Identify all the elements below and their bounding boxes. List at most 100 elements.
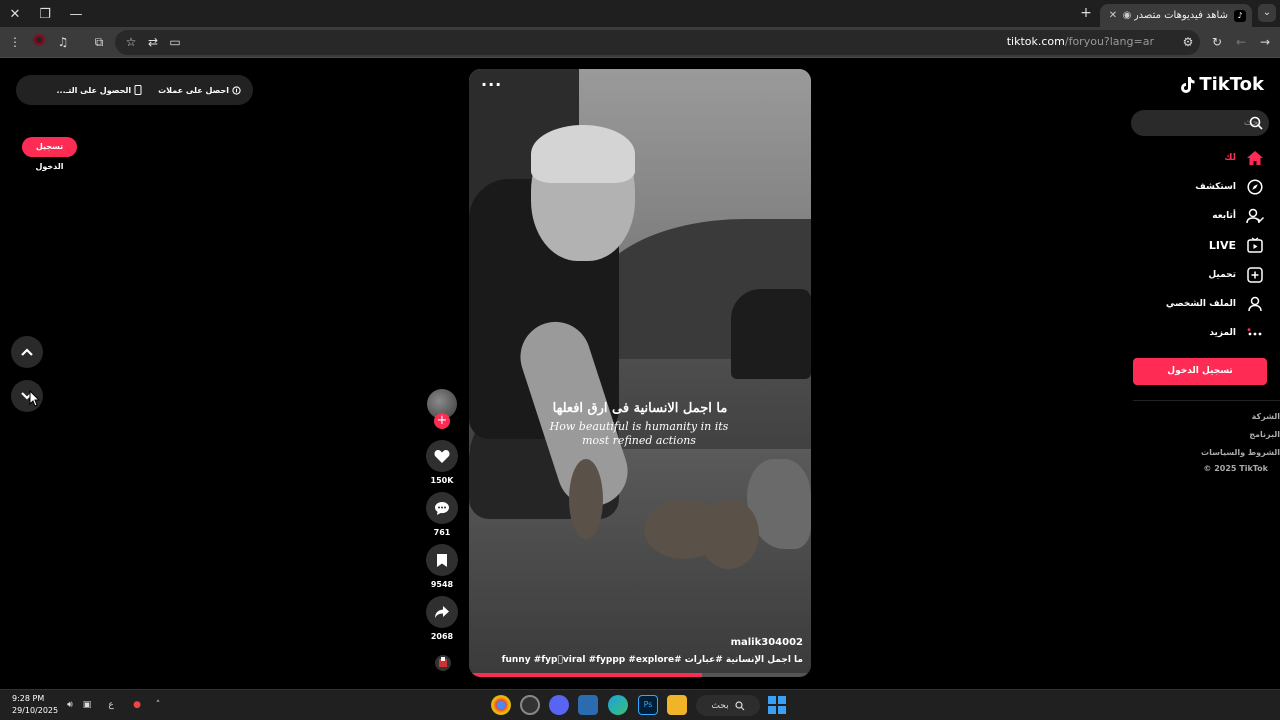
profile-icon[interactable] — [30, 33, 48, 51]
reload-icon[interactable]: ↻ — [1208, 33, 1226, 51]
comment-count: 761 — [433, 528, 451, 537]
video-frame-squirrel — [569, 459, 603, 539]
chrome-taskbar-icon[interactable] — [491, 695, 511, 715]
previous-video-button[interactable] — [11, 336, 43, 368]
tiktok-note-icon — [1181, 76, 1195, 93]
mouse-cursor-icon — [29, 390, 41, 407]
browser-menu-icon[interactable]: ⋮ — [6, 33, 24, 51]
close-window-icon[interactable]: ✕ — [5, 4, 25, 24]
sidebar-item-label: LIVE — [1208, 238, 1236, 252]
edge-taskbar-icon[interactable] — [608, 695, 628, 715]
like-count: 150K — [430, 476, 454, 485]
video-options-icon[interactable]: ··· — [481, 75, 502, 94]
share-count: 2068 — [430, 632, 454, 641]
sidebar-item-label: لك — [1224, 153, 1236, 163]
video-caption-arabic: ما اجمل الانسانية فى ارق افعلها — [552, 401, 728, 416]
sidebar-item-label: الملف الشخصي — [1165, 299, 1236, 309]
tab-title: شاهد فيديوهات متصدرة | ok — [1134, 10, 1228, 21]
footer-link-company[interactable]: الشركة — [1252, 412, 1280, 421]
video-player[interactable]: ··· ما اجمل الانسانية فى ارق افعلها How … — [469, 69, 811, 677]
chevron-up-icon — [21, 348, 33, 356]
audio-icon[interactable]: ◉ — [1120, 10, 1134, 21]
like-button[interactable] — [426, 440, 458, 472]
following-icon — [1246, 207, 1264, 225]
video-caption-english: How beautiful is humanity in its most re… — [549, 420, 729, 447]
app-taskbar-icon[interactable] — [520, 695, 540, 715]
more-icon — [1246, 324, 1264, 342]
comment-icon — [435, 501, 449, 515]
volume-icon[interactable]: 🔊︎ — [63, 698, 77, 712]
photoshop-taskbar-icon[interactable]: Ps — [638, 695, 658, 715]
url-path: /foryou?lang=ar — [1064, 35, 1154, 48]
phone-icon — [134, 85, 142, 95]
url-host: tiktok.com — [1006, 35, 1065, 48]
share-button[interactable] — [426, 596, 458, 628]
follow-plus-icon[interactable]: + — [434, 413, 450, 429]
search-input[interactable] — [1157, 110, 1261, 136]
file-explorer-taskbar-icon[interactable] — [667, 695, 687, 715]
extensions-icon[interactable]: ⧉ — [90, 33, 108, 51]
desktop-taskbar-icon[interactable] — [578, 695, 598, 715]
back-arrow-icon[interactable]: ← — [1232, 33, 1250, 51]
video-frame-car — [731, 289, 811, 379]
profile-icon — [1246, 295, 1264, 313]
discord-taskbar-icon[interactable] — [549, 695, 569, 715]
microphone-icon[interactable]: ● — [130, 698, 144, 712]
video-author-username[interactable]: malik304002 — [731, 637, 803, 648]
video-progress-bar[interactable] — [469, 673, 811, 677]
sound-disc-icon[interactable] — [434, 654, 452, 672]
get-coins-label: احصل على عملات — [158, 85, 229, 95]
tab-close-icon[interactable]: ✕ — [1106, 10, 1120, 21]
sidebar-item-profile[interactable]: الملف الشخصي — [1166, 293, 1264, 315]
taskbar-clock[interactable]: 9:28 PM 29/10/2025 — [12, 693, 58, 717]
sidebar-item-following[interactable]: أتابعه — [1212, 205, 1264, 227]
sidebar-item-label: أتابعه — [1212, 211, 1236, 221]
url-text[interactable]: tiktok.com/foryou?lang=ar — [1007, 35, 1154, 48]
sidebar-item-live[interactable]: LIVE — [1209, 234, 1264, 256]
media-controls-icon[interactable]: ♫ — [54, 33, 72, 51]
footer-link-terms[interactable]: الشروط والسياسات — [1201, 448, 1280, 457]
sidebar-item-explore[interactable]: استكشف — [1195, 176, 1264, 198]
translate-icon[interactable]: ⇄ — [144, 33, 162, 51]
sidebar-item-more[interactable]: المزيد — [1209, 322, 1264, 344]
sidebar-item-label: تحميل — [1208, 270, 1236, 280]
header-login-button[interactable]: تسجيل الدخول — [22, 137, 77, 171]
forward-arrow-icon[interactable]: → — [1256, 33, 1274, 51]
network-icon[interactable]: ▣ — [80, 698, 94, 712]
comment-button[interactable] — [426, 492, 458, 524]
tiktok-logo[interactable]: TikTok — [1179, 74, 1264, 95]
address-bar[interactable]: ☆ ⇄ ▭ tiktok.com/foryou?lang=ar ⚙ — [115, 30, 1200, 55]
get-coins-button[interactable]: احصل على عملات — [150, 86, 249, 95]
tray-expand-icon[interactable]: ˄ — [151, 698, 165, 712]
sidebar-item-for-you[interactable]: لك — [1224, 147, 1264, 169]
get-app-button[interactable]: الحصول على التـ... — [49, 85, 151, 95]
sidebar-divider — [1133, 400, 1280, 401]
site-settings-icon[interactable]: ⚙ — [1179, 33, 1197, 51]
windows-taskbar: 9:28 PM 29/10/2025 🔊︎ ▣ ع ● ˄ Ps بحث — [0, 689, 1280, 720]
sidebar-item-label: استكشف — [1195, 182, 1236, 192]
video-description-hashtags[interactable]: ما اجمل الإنسانية #عبارات #funny #fyp゚vi… — [502, 655, 803, 665]
bookmark-star-icon[interactable]: ☆ — [122, 33, 140, 51]
heart-icon — [434, 449, 450, 463]
header-action-pill: احصل على عملات الحصول على التـ... — [16, 75, 253, 105]
browser-tab[interactable]: ♪ شاهد فيديوهات متصدرة | ok ◉ ✕ — [1100, 4, 1252, 27]
sidebar-login-button[interactable]: تسجيل الدخول — [1133, 358, 1267, 385]
sidebar-item-upload[interactable]: تحميل — [1208, 264, 1264, 286]
footer-link-program[interactable]: البرنامج — [1249, 430, 1280, 439]
home-icon — [1246, 149, 1264, 167]
new-tab-button[interactable]: + — [1077, 4, 1095, 22]
search-box[interactable] — [1131, 110, 1269, 136]
cast-icon[interactable]: ▭ — [166, 33, 184, 51]
tab-search-icon[interactable]: ⌄ — [1258, 4, 1276, 22]
save-button[interactable] — [426, 544, 458, 576]
video-frame-squirrel — [699, 499, 759, 569]
restore-window-icon[interactable]: ❐ — [35, 4, 55, 24]
taskbar-search[interactable]: بحث — [696, 695, 760, 716]
input-language[interactable]: ع — [104, 698, 118, 712]
compass-icon — [1246, 178, 1264, 196]
search-icon[interactable] — [1249, 116, 1263, 130]
taskbar-search-label: بحث — [711, 700, 729, 711]
start-windows-icon[interactable] — [767, 695, 787, 715]
minimize-window-icon[interactable]: — — [66, 4, 86, 24]
tiktok-logo-text: TikTok — [1199, 74, 1264, 95]
